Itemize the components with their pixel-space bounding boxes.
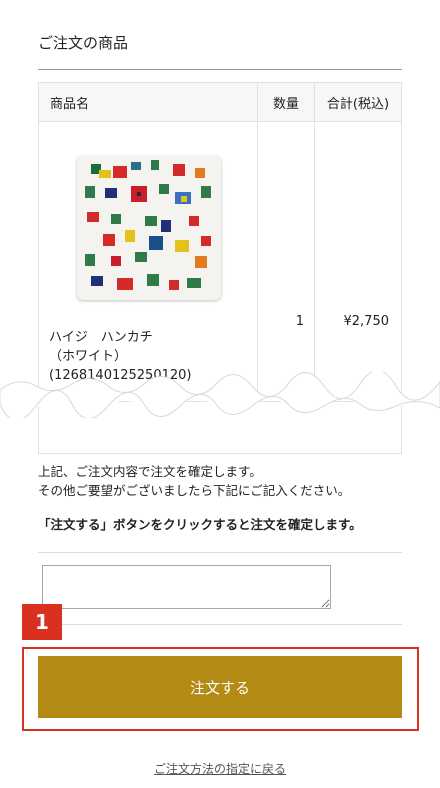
order-button[interactable]: 注文する — [38, 656, 402, 718]
product-name-line1: ハイジ ハンカチ — [49, 330, 153, 345]
total-cell: ¥2,750 — [315, 122, 401, 404]
total-price: ¥2,750 — [343, 314, 390, 329]
product-cell: ハイジ ハンカチ （ホワイト） (1268140125250120) — [39, 122, 258, 404]
notice-line1: 上記、ご注文内容で注文を確定します。 — [38, 464, 262, 479]
header-product-name: 商品名 — [39, 83, 258, 121]
header-total: 合計(税込) — [326, 96, 390, 112]
order-button-notice: 「注文する」ボタンをクリックすると注文を確定します。 — [38, 517, 362, 532]
table-row: ハイジ ハンカチ （ホワイト） (1268140125250120) 1 ¥2,… — [39, 122, 401, 404]
product-name-line2: （ホワイト） — [49, 349, 128, 364]
confirm-notice: 上記、ご注文内容で注文を確定します。 その他ご要望がございましたら下記にご記入く… — [38, 462, 418, 500]
handkerchief-pattern-icon — [85, 160, 211, 290]
cart-table: 商品名 数量 合計(税込) ハイジ ハンカチ （ホワイト） (126814012… — [38, 82, 402, 404]
divider — [38, 624, 402, 625]
quantity-value: 1 — [295, 314, 304, 329]
product-image[interactable] — [77, 156, 221, 300]
table-continuation — [38, 406, 402, 454]
notice-line2: その他ご要望がございましたら下記にご記入ください。 — [38, 483, 351, 498]
remarks-textarea[interactable] — [42, 565, 331, 609]
header-quantity: 数量 — [258, 83, 315, 121]
quantity-cell: 1 — [258, 122, 315, 404]
back-link[interactable]: ご注文方法の指定に戻る — [0, 760, 440, 777]
section-title: ご注文の商品 — [38, 32, 402, 70]
table-header: 商品名 数量 合計(税込) — [39, 83, 401, 122]
step-badge: 1 — [22, 604, 62, 640]
divider — [38, 552, 402, 553]
